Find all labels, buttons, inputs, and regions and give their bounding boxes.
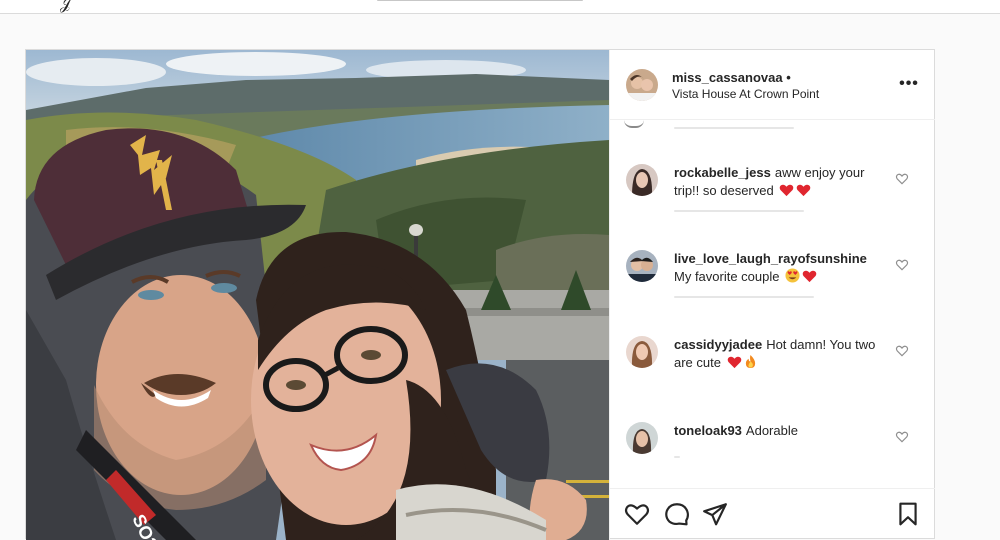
comment-meta-row	[674, 456, 680, 458]
post-author-username[interactable]: miss_cassanovaa	[672, 70, 783, 85]
comment-item: rockabelle_jess aww enjoy your trip!! so …	[610, 164, 935, 244]
comment-body: live_love_laugh_rayofsunshine My favorit…	[674, 250, 884, 286]
comment-username[interactable]: cassidyyjadee	[674, 337, 762, 352]
comment-body: rockabelle_jess aww enjoy your trip!! so …	[674, 164, 884, 200]
top-nav-bar: 𝒥	[0, 0, 1000, 14]
red-heart-emoji-icon	[797, 184, 811, 197]
comment-item: cassidyyjadee Hot damn! You two are cute	[610, 336, 935, 416]
red-heart-emoji-icon	[802, 270, 817, 283]
comment-text: Adorable	[745, 423, 798, 438]
comment-like-heart-icon[interactable]	[895, 172, 909, 186]
speech-bubble-icon[interactable]	[664, 501, 690, 527]
comment-body: toneloak93 Adorable	[674, 422, 884, 440]
instagram-logo-fragment[interactable]: 𝒥	[60, 0, 71, 14]
heart-eyes-emoji-icon	[785, 268, 800, 283]
comment-body: cassidyyjadee Hot damn! You two are cute	[674, 336, 884, 372]
post-header: miss_cassanovaa • Vista House At Crown P…	[610, 50, 935, 120]
fire-emoji-icon	[745, 355, 755, 368]
header-separator: •	[786, 70, 791, 85]
paper-plane-icon[interactable]	[702, 501, 728, 527]
post-author-line: miss_cassanovaa •	[672, 70, 791, 85]
post-sidebar: miss_cassanovaa • Vista House At Crown P…	[609, 50, 935, 540]
comment-username[interactable]: toneloak93	[674, 423, 742, 438]
comment-item: toneloak93 Adorable	[610, 422, 935, 488]
comment-username[interactable]: live_love_laugh_rayofsunshine	[674, 251, 867, 266]
comment-meta-row	[674, 210, 804, 212]
commenter-avatar[interactable]	[626, 164, 658, 196]
more-options-icon[interactable]: •••	[899, 74, 919, 94]
search-box-edge[interactable]	[377, 0, 583, 1]
comment-like-heart-icon[interactable]	[895, 344, 909, 358]
comment-username[interactable]: rockabelle_jess	[674, 165, 771, 180]
selfie-scene-image: SO3	[26, 50, 609, 540]
post-action-bar	[610, 488, 935, 540]
heart-outline-icon[interactable]	[624, 501, 650, 527]
comment-text: My favorite couple	[674, 269, 780, 284]
comments-list[interactable]: rockabelle_jess aww enjoy your trip!! so …	[610, 120, 935, 488]
red-heart-emoji-icon	[727, 356, 741, 369]
comment-item: live_love_laugh_rayofsunshine My favorit…	[610, 250, 935, 330]
author-avatar[interactable]	[626, 69, 658, 101]
previous-comment-meta	[674, 127, 794, 129]
commenter-avatar[interactable]	[626, 336, 658, 368]
comment-like-heart-icon[interactable]	[895, 430, 909, 444]
commenter-avatar[interactable]	[626, 422, 658, 454]
post-photo[interactable]: SO3	[26, 50, 609, 540]
post-card: SO3 miss_cassanovaa • Vista House At Cro…	[25, 49, 935, 540]
comment-meta-row	[674, 296, 814, 298]
post-location[interactable]: Vista House At Crown Point	[672, 87, 819, 101]
red-heart-emoji-icon	[780, 184, 794, 197]
comment-like-heart-icon[interactable]	[895, 258, 909, 272]
previous-comment-avatar-edge	[624, 120, 644, 128]
bookmark-icon[interactable]	[895, 501, 921, 527]
commenter-avatar[interactable]	[626, 250, 658, 282]
